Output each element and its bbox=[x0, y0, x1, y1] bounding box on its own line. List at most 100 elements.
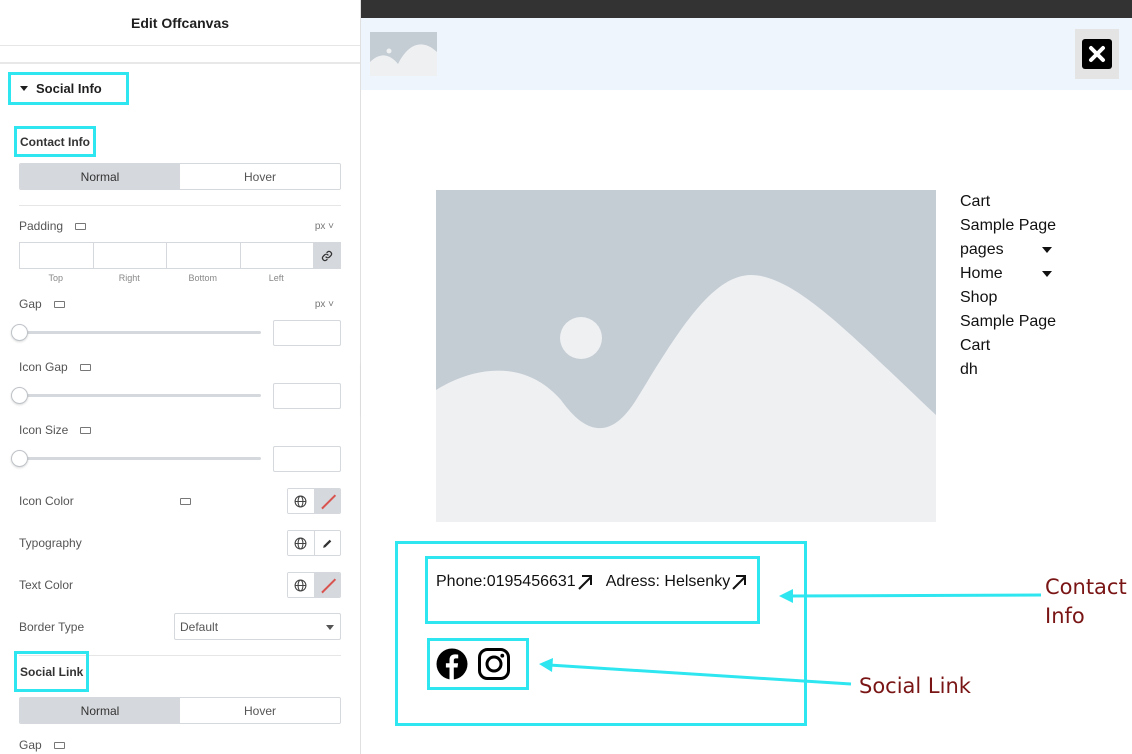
pencil-icon bbox=[322, 539, 332, 548]
desktop-icon[interactable] bbox=[53, 741, 65, 749]
icon-gap-input[interactable] bbox=[273, 383, 341, 409]
padding-top-input[interactable] bbox=[19, 242, 93, 269]
globe-icon bbox=[294, 579, 307, 591]
tab-normal[interactable]: Normal bbox=[20, 698, 180, 723]
typography-label: Typography bbox=[19, 536, 82, 550]
padding-label: Padding bbox=[19, 219, 87, 233]
menu-item-sample-page[interactable]: Sample Page bbox=[960, 214, 1056, 238]
facebook-icon[interactable] bbox=[436, 648, 468, 680]
menu-item-pages[interactable]: pages bbox=[960, 238, 1052, 262]
icon-color-picker[interactable] bbox=[313, 489, 340, 513]
padding-right-input[interactable] bbox=[92, 242, 166, 269]
border-type-label: Border Type bbox=[19, 620, 84, 634]
close-offcanvas-button[interactable] bbox=[1075, 29, 1119, 79]
side-label-left: Left bbox=[268, 273, 284, 283]
menu-item-label: Sample Page bbox=[960, 313, 1057, 330]
menu-item-home[interactable]: Home bbox=[960, 262, 1052, 286]
social-link-state-tabs: Normal Hover bbox=[19, 697, 341, 724]
icon-gap-label-text: Icon Gap bbox=[19, 360, 68, 374]
caret-down-icon[interactable] bbox=[1042, 271, 1052, 277]
contact-phone[interactable]: Phone:0195456631 bbox=[436, 573, 594, 591]
menu-item-label: Cart bbox=[960, 193, 991, 210]
chevron-down-icon bbox=[326, 625, 334, 630]
annotation-line: Info bbox=[1045, 604, 1085, 628]
border-type-select[interactable]: Default bbox=[174, 613, 341, 640]
icon-color-controls bbox=[287, 488, 341, 514]
preview-canvas: Cart Sample Page pages Home Shop Sample … bbox=[361, 18, 1132, 754]
featured-placeholder-image bbox=[436, 190, 936, 522]
desktop-icon[interactable] bbox=[53, 300, 65, 308]
text-color-picker[interactable] bbox=[313, 573, 340, 597]
caret-down-icon[interactable] bbox=[1042, 247, 1052, 253]
menu-item-dh[interactable]: dh bbox=[960, 358, 1056, 382]
social-gap-label-text: Gap bbox=[19, 738, 42, 752]
gap-input[interactable] bbox=[273, 320, 341, 346]
section-title: Social Info bbox=[36, 81, 102, 96]
logo-placeholder-image bbox=[370, 32, 437, 76]
icon-size-label-text: Icon Size bbox=[19, 423, 69, 437]
menu-item-label: Cart bbox=[960, 337, 991, 354]
divider bbox=[19, 205, 341, 206]
icon-gap-slider[interactable] bbox=[11, 387, 261, 404]
icon-size-input[interactable] bbox=[273, 446, 341, 472]
menu-item-label: Home bbox=[960, 265, 1003, 282]
slider-handle[interactable] bbox=[11, 450, 28, 467]
offcanvas-menu: Cart Sample Page pages Home Shop Sample … bbox=[960, 190, 1056, 382]
menu-item-label: Sample Page bbox=[960, 217, 1057, 234]
desktop-icon[interactable] bbox=[79, 363, 91, 371]
icon-size-slider[interactable] bbox=[11, 450, 261, 467]
desktop-icon[interactable] bbox=[80, 426, 92, 434]
global-fonts-button[interactable] bbox=[288, 531, 314, 555]
icon-gap-label: Icon Gap bbox=[19, 360, 91, 374]
contact-info-heading-label: Contact Info bbox=[20, 134, 90, 149]
menu-item-shop[interactable]: Shop bbox=[960, 286, 1056, 310]
annotation-line: Contact bbox=[1045, 575, 1127, 599]
side-label-top: Top bbox=[48, 273, 63, 283]
gap-slider[interactable] bbox=[11, 324, 261, 341]
desktop-icon[interactable] bbox=[180, 498, 191, 505]
caret-down-icon bbox=[20, 86, 28, 91]
menu-item-cart[interactable]: Cart bbox=[960, 190, 1056, 214]
menu-item-label: dh bbox=[960, 361, 978, 378]
tab-hover[interactable]: Hover bbox=[180, 164, 340, 189]
gap-unit-select[interactable]: px ˅ bbox=[315, 299, 334, 310]
slider-handle[interactable] bbox=[11, 387, 28, 404]
contact-address[interactable]: Adress: Helsenky bbox=[606, 573, 749, 591]
link-icon bbox=[321, 250, 333, 261]
link-values-button[interactable] bbox=[313, 242, 341, 269]
contact-info-state-tabs: Normal Hover bbox=[19, 163, 341, 190]
global-colors-button[interactable] bbox=[288, 489, 314, 513]
panel-divider bbox=[0, 46, 360, 64]
instagram-icon[interactable] bbox=[478, 648, 510, 680]
edit-typography-button[interactable] bbox=[313, 531, 340, 555]
padding-side-labels: Top Right Bottom Left bbox=[19, 273, 313, 283]
social-link-heading-label: Social Link bbox=[20, 664, 84, 679]
border-type-value: Default bbox=[180, 619, 219, 634]
menu-item-sample-page[interactable]: Sample Page bbox=[960, 310, 1056, 334]
desktop-icon[interactable] bbox=[75, 222, 87, 230]
typography-controls bbox=[287, 530, 341, 556]
globe-icon bbox=[294, 495, 307, 507]
gap-unit-text: px bbox=[314, 299, 326, 310]
panel-title: Edit Offcanvas bbox=[0, 0, 360, 46]
tab-normal[interactable]: Normal bbox=[20, 164, 180, 189]
phone-text: Phone:0195456631 bbox=[436, 573, 576, 590]
contact-info-annotation: Contact Info bbox=[1045, 573, 1127, 631]
menu-item-cart[interactable]: Cart bbox=[960, 334, 1056, 358]
global-colors-button[interactable] bbox=[288, 573, 314, 597]
padding-unit-select[interactable]: px ˅ bbox=[315, 221, 334, 232]
icon-color-label-text: Icon Color bbox=[19, 494, 74, 508]
text-color-label: Text Color bbox=[19, 578, 73, 592]
padding-left-input[interactable] bbox=[239, 242, 313, 269]
image-placeholder-icon bbox=[370, 32, 437, 76]
icon-color-label: Icon Color bbox=[19, 494, 74, 508]
tab-hover[interactable]: Hover bbox=[180, 698, 340, 723]
side-label-right: Right bbox=[118, 273, 140, 283]
text-color-label-text: Text Color bbox=[19, 578, 74, 592]
slider-handle[interactable] bbox=[11, 324, 28, 341]
padding-bottom-input[interactable] bbox=[166, 242, 240, 269]
section-social-info-toggle[interactable]: Social Info bbox=[8, 72, 129, 105]
social-link-annotation: Social Link bbox=[859, 674, 971, 698]
typography-label-text: Typography bbox=[19, 536, 82, 550]
contact-info-block: Phone:0195456631 Adress: Helsenky bbox=[425, 556, 760, 624]
